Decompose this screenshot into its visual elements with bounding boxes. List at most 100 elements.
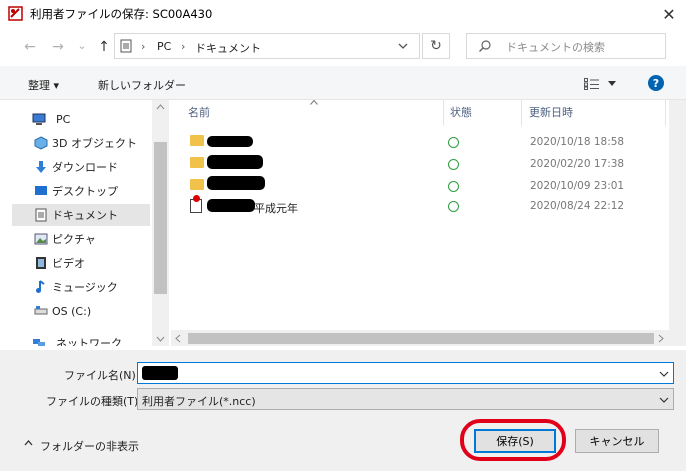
redaction-mark	[207, 155, 263, 169]
chevron-up-icon[interactable]	[24, 440, 33, 446]
redaction-mark	[207, 176, 265, 190]
sidebar-item-label: ネットワーク	[56, 337, 122, 346]
breadcrumb-pc[interactable]: PC	[157, 40, 171, 53]
modified-date: 2020/10/18 18:58	[530, 136, 625, 148]
sidebar-item-network[interactable]: ネットワーク	[12, 332, 150, 346]
sidebar-item-label: OS (C:)	[52, 304, 92, 318]
sidebar-item-label: ミュージック	[52, 281, 118, 294]
back-button[interactable]: ←	[20, 36, 40, 58]
up-arrow-icon: ↑	[98, 39, 110, 55]
folder-icon	[190, 179, 204, 190]
scroll-down-icon[interactable]	[156, 336, 165, 342]
highlight-annotation	[460, 419, 566, 461]
video-icon	[36, 257, 46, 269]
up-button[interactable]: ↑	[94, 36, 114, 58]
filetype-label: ファイルの種類(T):	[46, 395, 143, 408]
sidebar-item-downloads[interactable]: ダウンロード	[12, 156, 150, 178]
forward-arrow-icon: →	[52, 39, 64, 55]
modified-date: 2020/02/20 17:38	[530, 158, 625, 170]
close-icon: ✕	[662, 4, 676, 24]
sidebar-item-pictures[interactable]: ピクチャ	[12, 228, 150, 250]
sidebar-item-label: ドキュメント	[52, 209, 118, 222]
file-name: 平成元年	[254, 202, 298, 215]
folder-icon	[190, 135, 204, 146]
forward-button[interactable]: →	[48, 36, 68, 58]
filetype-dropdown-icon[interactable]	[659, 397, 669, 404]
3d-objects-icon	[34, 136, 48, 150]
filename-label: ファイル名(N):	[64, 369, 140, 382]
cancel-button[interactable]: キャンセル	[575, 429, 659, 453]
recent-locations-button[interactable]: ⌄	[72, 34, 92, 56]
music-icon	[36, 280, 45, 293]
app-icon	[8, 6, 23, 21]
breadcrumb-documents[interactable]: ドキュメント	[195, 40, 261, 56]
file-badge-icon	[193, 195, 200, 202]
column-divider[interactable]	[443, 100, 444, 126]
close-button[interactable]: ✕	[652, 0, 686, 28]
pictures-icon	[34, 233, 48, 245]
column-divider[interactable]	[521, 100, 522, 126]
column-header-status[interactable]: 状態	[450, 104, 472, 120]
sidebar-item-3d-objects[interactable]: 3D オブジェクト	[12, 132, 150, 154]
organize-menu[interactable]: 整理 ▾	[28, 77, 59, 93]
column-header-name[interactable]: 名前	[188, 104, 210, 120]
filetype-value: 利用者ファイル(*.ncc)	[142, 395, 256, 408]
desktop-icon	[35, 186, 47, 195]
view-dropdown-icon[interactable]	[608, 81, 616, 87]
documents-location-icon	[120, 39, 132, 53]
column-header-modified[interactable]: 更新日時	[529, 104, 573, 120]
file-list-vertical-scrollbar[interactable]	[669, 100, 686, 346]
sidebar-item-label: 3D オブジェクト	[52, 137, 137, 150]
pc-icon	[32, 113, 46, 125]
documents-icon	[35, 208, 47, 222]
filename-dropdown-icon[interactable]	[659, 371, 669, 378]
folder-icon	[190, 157, 204, 168]
column-divider[interactable]	[665, 100, 666, 126]
sync-status-icon	[448, 181, 459, 192]
filename-input[interactable]	[137, 362, 674, 384]
network-icon	[33, 339, 45, 346]
sidebar-item-label: PC	[56, 112, 71, 126]
view-options-icon[interactable]	[584, 78, 600, 90]
window-title: 利用者ファイルの保存: SC00A430	[30, 7, 213, 21]
horizontal-scrollbar-thumb[interactable]	[188, 333, 654, 344]
modified-date: 2020/08/24 22:12	[530, 200, 625, 212]
scroll-right-icon[interactable]	[658, 334, 664, 343]
sidebar-item-desktop[interactable]: デスクトップ	[12, 180, 150, 202]
sidebar-scrollbar-thumb[interactable]	[154, 142, 167, 294]
address-dropdown-icon[interactable]	[398, 42, 408, 50]
sidebar-item-videos[interactable]: ビデオ	[12, 252, 150, 274]
new-folder-button[interactable]: 新しいフォルダー	[98, 77, 186, 93]
search-placeholder: ドキュメントの検索	[506, 41, 605, 54]
sync-status-icon	[448, 159, 459, 170]
breadcrumb-separator: ›	[141, 40, 146, 53]
navigation-pane: PC 3D オブジェクト ダウンロード デスクトップ ドキュメント ピクチャ ビ…	[12, 102, 152, 346]
refresh-button[interactable]: ↻	[422, 33, 450, 59]
hide-folders-toggle[interactable]: フォルダーの非表示	[40, 438, 139, 454]
back-arrow-icon: ←	[24, 39, 36, 55]
sync-status-icon	[448, 201, 459, 212]
scroll-left-icon[interactable]	[175, 334, 181, 343]
help-icon: ?	[652, 76, 660, 90]
sidebar-item-label: ビデオ	[52, 257, 85, 270]
modified-date: 2020/10/09 23:01	[530, 180, 625, 192]
download-icon	[36, 161, 46, 173]
sidebar-item-label: デスクトップ	[52, 185, 118, 198]
redaction-mark	[142, 366, 178, 380]
sidebar-item-documents[interactable]: ドキュメント	[12, 204, 150, 226]
redaction-mark	[207, 199, 255, 212]
sidebar-item-label: ダウンロード	[52, 161, 118, 174]
search-icon	[479, 40, 491, 52]
sidebar-item-pc[interactable]: PC	[12, 108, 150, 130]
sidebar-item-os-drive[interactable]: OS (C:)	[12, 300, 150, 322]
chevron-down-icon: ⌄	[77, 38, 87, 52]
scroll-up-icon[interactable]	[156, 104, 165, 110]
breadcrumb-separator: ›	[181, 40, 186, 53]
redaction-mark	[207, 136, 253, 147]
drive-icon	[34, 306, 48, 315]
sidebar-item-label: ピクチャ	[52, 233, 96, 246]
help-button[interactable]: ?	[648, 75, 664, 91]
sync-status-icon	[448, 137, 459, 148]
sidebar-item-music[interactable]: ミュージック	[12, 276, 150, 298]
cancel-button-label: キャンセル	[589, 435, 645, 448]
